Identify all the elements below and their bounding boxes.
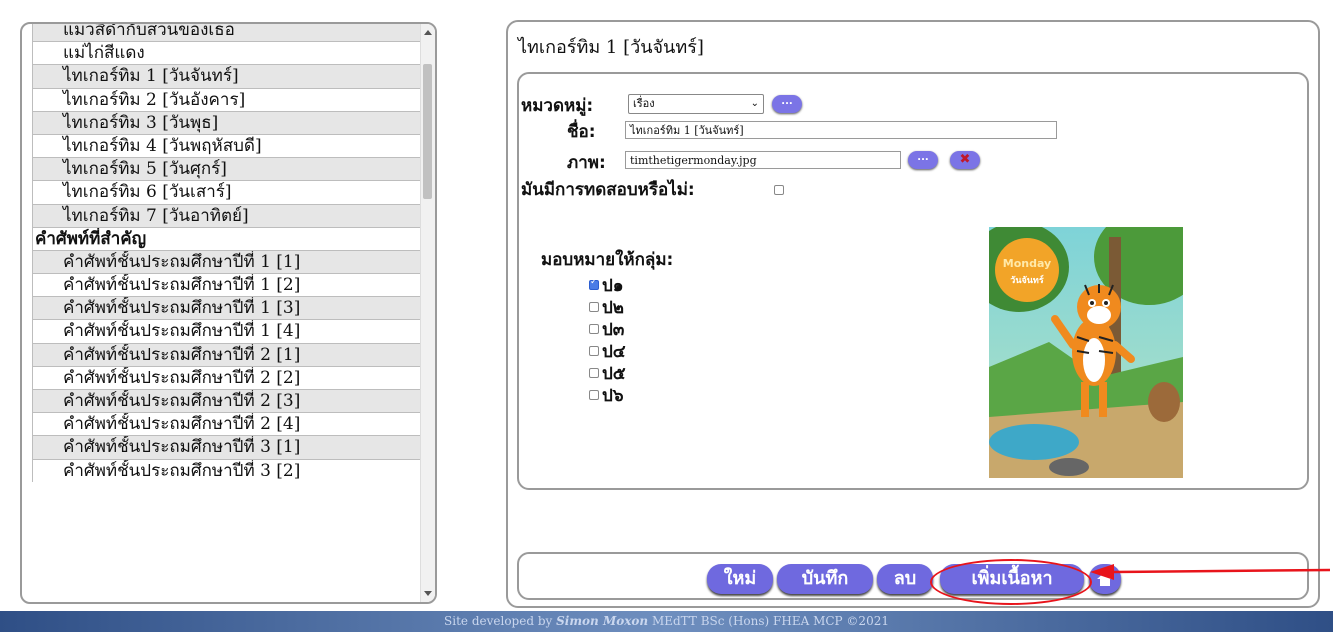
list-item[interactable]: คำศัพท์ชั้นประถมศึกษาปีที่ 2 [2] — [32, 365, 432, 389]
group-checkbox[interactable] — [589, 324, 599, 334]
list-item[interactable]: คำศัพท์ชั้นประถมศึกษาปีที่ 3 [2] — [32, 458, 432, 482]
image-caption-en: Monday — [1003, 257, 1051, 270]
editor-panel: ไทเกอร์ทิม 1 [วันจันทร์] หมวดหมู่: เรื่อ… — [506, 20, 1320, 608]
list-item[interactable]: ไทเกอร์ทิม 3 [วันพุธ] — [32, 110, 432, 134]
category-browse-button[interactable]: ... — [772, 95, 802, 113]
assign-group-label: มอบหมายให้กลุ่ม: — [541, 250, 674, 270]
scroll-thumb[interactable] — [423, 64, 432, 199]
list-item[interactable]: คำศัพท์ชั้นประถมศึกษาปีที่ 1 [1] — [32, 249, 432, 274]
content-list-panel: แมวสีดำกับสวนของเธอ แม่ไก่สีแดง ไทเกอร์ทิม… — [20, 22, 437, 604]
name-label: ชื่อ: — [567, 122, 596, 142]
scroll-down-icon[interactable] — [424, 591, 432, 596]
list-item[interactable]: คำศัพท์ชั้นประถมศึกษาปีที่ 2 [4] — [32, 412, 432, 436]
list-item[interactable]: คำศัพท์ชั้นประถมศึกษาปีที่ 2 [3] — [32, 389, 432, 413]
annotation-arrow — [1090, 564, 1330, 580]
group-checkbox[interactable] — [589, 277, 599, 290]
footer-credentials: MEdTT BSc (Hons) FHEA MCP ©2021 — [651, 614, 889, 628]
list-item[interactable]: ไทเกอร์ทิม 2 [วันอังคาร] — [32, 87, 432, 111]
group-label: ป๖ — [602, 386, 624, 406]
list-category[interactable]: คำศัพท์ที่สำคัญ — [32, 226, 432, 250]
site-footer: Site developed by Simon Moxon MEdTT BSc … — [0, 611, 1333, 632]
annotation-oval — [930, 559, 1092, 605]
image-browse-button[interactable]: ... — [908, 151, 938, 169]
content-list: แมวสีดำกับสวนของเธอ แม่ไก่สีแดง ไทเกอร์ทิม… — [32, 24, 432, 482]
list-item[interactable]: ไทเกอร์ทิม 7 [วันอาทิตย์] — [32, 203, 432, 227]
group-checkbox[interactable] — [589, 346, 599, 356]
close-icon: ✖ — [959, 152, 971, 167]
list-item[interactable]: ไทเกอร์ทิม 4 [วันพฤหัสบดี] — [32, 133, 432, 158]
image-label: ภาพ: — [567, 153, 606, 173]
category-value: เรื่อง — [633, 97, 655, 110]
content-form: หมวดหมู่: เรื่อง ⌄ ... ชื่อ: ไทเกอร์ทิม … — [517, 72, 1309, 490]
group-checkbox[interactable] — [589, 368, 599, 378]
list-item[interactable]: ไทเกอร์ทิม 6 [วันเสาร์] — [32, 180, 432, 204]
test-checkbox[interactable] — [774, 185, 784, 195]
image-caption-th: วันจันทร์ — [1010, 274, 1044, 286]
list-item[interactable]: คำศัพท์ชั้นประถมศึกษาปีที่ 2 [1] — [32, 342, 432, 366]
delete-button[interactable]: ลบ — [877, 564, 933, 594]
name-field[interactable]: ไทเกอร์ทิม 1 [วันจันทร์] — [625, 121, 1057, 139]
list-item[interactable]: ไทเกอร์ทิม 5 [วันศุกร์] — [32, 157, 432, 181]
image-clear-button[interactable]: ✖ — [950, 151, 980, 169]
chevron-down-icon: ⌄ — [750, 98, 759, 109]
tiger-image: Monday วันจันทร์ — [989, 227, 1183, 478]
list-item[interactable]: คำศัพท์ชั้นประถมศึกษาปีที่ 3 [1] — [32, 435, 432, 459]
group-checkbox[interactable] — [589, 302, 599, 312]
list-item[interactable]: คำศัพท์ชั้นประถมศึกษาปีที่ 1 [2] — [32, 273, 432, 297]
footer-author: Simon Moxon — [556, 614, 649, 628]
new-button[interactable]: ใหม่ — [707, 564, 773, 594]
group-checkbox[interactable] — [589, 390, 599, 400]
scroll-up-icon[interactable] — [424, 30, 432, 35]
list-item[interactable]: คำศัพท์ชั้นประถมศึกษาปีที่ 1 [4] — [32, 319, 432, 343]
list-item[interactable]: ไทเกอร์ทิม 1 [วันจันทร์] — [32, 64, 432, 88]
list-scrollbar[interactable] — [420, 24, 435, 602]
test-label: มันมีการทดสอบหรือไม่: — [521, 180, 695, 200]
category-select[interactable]: เรื่อง ⌄ — [628, 94, 764, 114]
category-label: หมวดหมู่: — [521, 96, 594, 116]
image-field[interactable]: timthetigermonday.jpg — [625, 151, 901, 169]
list-item[interactable]: แมวสีดำกับสวนของเธอ — [32, 24, 432, 42]
editor-title: ไทเกอร์ทิม 1 [วันจันทร์] — [518, 37, 704, 58]
footer-prefix: Site developed by — [444, 614, 553, 628]
list-item[interactable]: คำศัพท์ชั้นประถมศึกษาปีที่ 1 [3] — [32, 296, 432, 320]
list-item[interactable]: แม่ไก่สีแดง — [32, 41, 432, 65]
save-button[interactable]: บันทึก — [777, 564, 873, 594]
